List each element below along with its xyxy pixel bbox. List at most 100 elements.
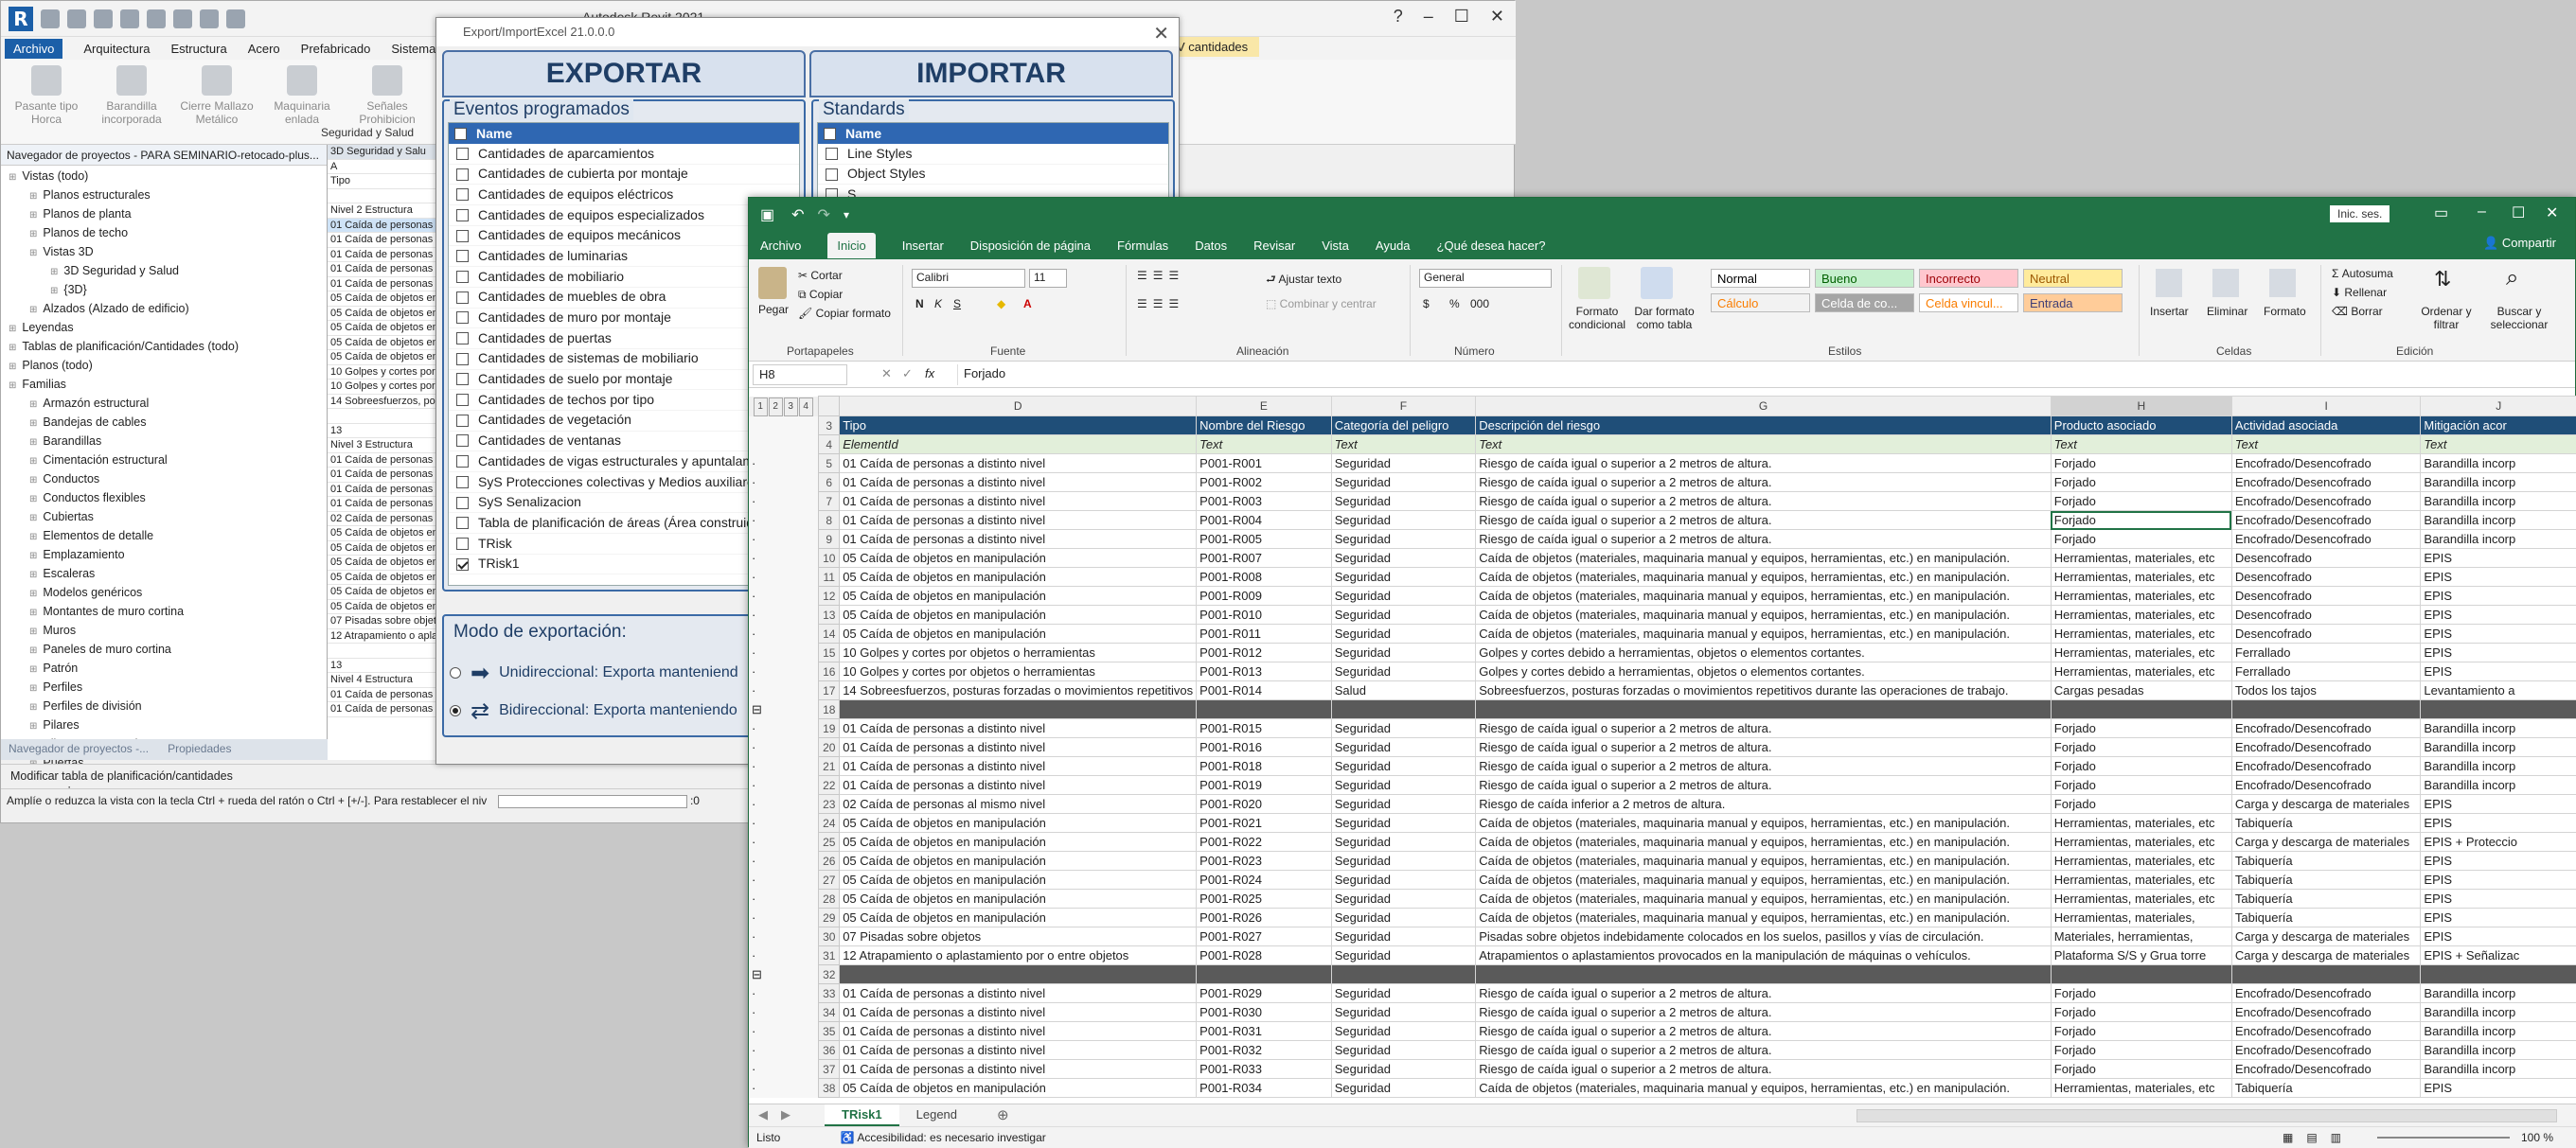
cell[interactable]: P001-R005: [1196, 529, 1332, 549]
cell[interactable]: Caída de objetos (materiales, maquinaria…: [1475, 813, 2052, 833]
outline-gutter[interactable]: ·: [749, 889, 820, 909]
expand-icon[interactable]: ⊞: [29, 664, 37, 675]
outline-gutter[interactable]: ·: [749, 586, 820, 606]
tree-item[interactable]: ⊞ Cubiertas: [1, 508, 327, 527]
select-all-checkbox[interactable]: [454, 127, 467, 140]
cell[interactable]: Tabiquería: [2230, 1078, 2422, 1098]
print-icon[interactable]: [147, 9, 166, 28]
find-select-button[interactable]: Buscar y seleccionar: [2481, 305, 2557, 331]
tree-item[interactable]: ⊞ Emplazamiento: [1, 546, 327, 565]
cell[interactable]: P001-R032: [1196, 1040, 1332, 1060]
3d-view-icon[interactable]: [226, 9, 245, 28]
cell[interactable]: [2230, 699, 2422, 719]
cell[interactable]: Seguridad: [1330, 472, 1477, 492]
tree-item[interactable]: ⊞ 3D Seguridad y Salud: [1, 262, 327, 281]
expand-icon[interactable]: ⊞: [50, 286, 58, 296]
tree-item[interactable]: ⊞ Muros: [1, 622, 327, 641]
event-checkbox[interactable]: [456, 352, 469, 365]
cell[interactable]: Herramientas, materiales, etc: [2050, 813, 2232, 833]
outline-gutter[interactable]: ·: [749, 548, 820, 568]
row-number[interactable]: 18: [818, 699, 841, 719]
redo-icon[interactable]: [120, 9, 139, 28]
event-item[interactable]: Cantidades de sistemas de mobiliario: [449, 349, 799, 370]
row-number[interactable]: 28: [818, 889, 841, 909]
schedule-row[interactable]: [328, 644, 440, 659]
outline-gutter[interactable]: ·: [749, 662, 820, 681]
event-item[interactable]: Cantidades de vigas estructurales y apun…: [449, 451, 799, 472]
cell[interactable]: Golpes y cortes debido a herramientas, o…: [1475, 643, 2052, 662]
excel-tab[interactable]: Insertar: [902, 238, 944, 253]
event-checkbox[interactable]: [456, 147, 469, 160]
cell[interactable]: Encofrado/Desencofrado: [2230, 737, 2422, 757]
event-item[interactable]: Cantidades de muebles de obra: [449, 288, 799, 309]
cell[interactable]: [1196, 964, 1332, 984]
cell[interactable]: Forjado: [2050, 1002, 2232, 1022]
event-item[interactable]: SyS Senalizacion: [449, 493, 799, 514]
cell[interactable]: Caída de objetos (materiales, maquinaria…: [1475, 870, 2052, 890]
cell[interactable]: 12 Atrapamiento o aplastamiento por o en…: [839, 945, 1198, 965]
expand-icon[interactable]: ⊞: [29, 645, 37, 656]
cell[interactable]: Caída de objetos (materiales, maquinaria…: [1475, 889, 2052, 909]
cell[interactable]: 02 Caída de personas al mismo nivel: [839, 794, 1198, 814]
tree-item[interactable]: ⊞ Paneles de muro cortina: [1, 641, 327, 660]
sheet-scroll-right-icon[interactable]: ▶: [781, 1107, 791, 1122]
event-item[interactable]: SyS Protecciones colectivas y Medios aux…: [449, 472, 799, 493]
schedule-row[interactable]: 05 Caída de objetos en: [328, 556, 440, 571]
cell-style[interactable]: Celda vincul...: [1919, 293, 2018, 312]
column-header[interactable]: J: [2420, 396, 2576, 416]
cell[interactable]: Barandilla incorp: [2420, 718, 2576, 738]
cell[interactable]: Encofrado/Desencofrado: [2230, 775, 2422, 795]
schedule-row[interactable]: 13: [328, 659, 440, 673]
delete-cells-icon[interactable]: [2212, 269, 2239, 297]
insert-cells-button[interactable]: Insertar: [2150, 305, 2189, 318]
cell[interactable]: Seguridad: [1330, 832, 1477, 852]
event-checkbox[interactable]: [456, 394, 469, 407]
cell[interactable]: Forjado: [2050, 1059, 2232, 1079]
cell[interactable]: 05 Caída de objetos en manipulación: [839, 889, 1198, 909]
cell[interactable]: Herramientas, materiales, etc: [2050, 889, 2232, 909]
schedule-row[interactable]: 05 Caída de objetos en: [328, 571, 440, 585]
expand-icon[interactable]: ⊞: [29, 608, 37, 618]
cell-style[interactable]: Celda de co...: [1815, 293, 1914, 312]
cell[interactable]: EPIS: [2420, 927, 2576, 946]
cell[interactable]: Encofrado/Desencofrado: [2230, 756, 2422, 776]
expand-icon[interactable]: ⊞: [9, 172, 16, 183]
tab-exportar[interactable]: EXPORTAR: [442, 50, 806, 97]
revit-ribbon-button[interactable]: Barandilla incorporada: [94, 65, 169, 126]
revit-tab[interactable]: Arquitectura: [83, 42, 150, 56]
cell[interactable]: Herramientas, materiales, etc: [2050, 1078, 2232, 1098]
schedule-row[interactable]: 10 Golpes y cortes por: [328, 365, 440, 380]
cell[interactable]: 07 Pisadas sobre objetos: [839, 927, 1198, 946]
cell[interactable]: Seguridad: [1330, 945, 1477, 965]
expand-icon[interactable]: ⊞: [29, 305, 37, 315]
thousands-button[interactable]: 000: [1470, 297, 1489, 310]
expand-icon[interactable]: ⊞: [9, 343, 16, 353]
cell[interactable]: Forjado: [2050, 794, 2232, 814]
cell[interactable]: Caída de objetos (materiales, maquinaria…: [1475, 567, 2052, 587]
outline-gutter[interactable]: ·: [749, 737, 820, 757]
schedule-row[interactable]: 01 Caída de personas: [328, 233, 440, 248]
cell[interactable]: Seguridad: [1330, 1021, 1477, 1041]
measure-icon[interactable]: [173, 9, 192, 28]
revit-tab[interactable]: Archivo: [5, 38, 63, 59]
cell[interactable]: Seguridad: [1330, 756, 1477, 776]
outline-gutter[interactable]: ·: [749, 1021, 820, 1041]
outline-gutter[interactable]: ·: [749, 624, 820, 644]
cell[interactable]: Tabiquería: [2230, 908, 2422, 927]
cell[interactable]: 01 Caída de personas a distinto nivel: [839, 775, 1198, 795]
cell[interactable]: 05 Caída de objetos en manipulación: [839, 908, 1198, 927]
cell[interactable]: [2420, 964, 2576, 984]
event-checkbox[interactable]: [456, 168, 469, 181]
event-checkbox[interactable]: [456, 332, 469, 345]
row-number[interactable]: 11: [818, 567, 841, 587]
cell[interactable]: EPIS: [2420, 870, 2576, 890]
row-number[interactable]: 23: [818, 794, 841, 814]
outline-gutter[interactable]: ·: [749, 756, 820, 776]
format-cells-icon[interactable]: [2269, 269, 2296, 297]
cell[interactable]: Herramientas, materiales, etc: [2050, 643, 2232, 662]
cell[interactable]: Riesgo de caída igual o superior a 2 met…: [1475, 1002, 2052, 1022]
schedule-row[interactable]: 12 Atrapamiento o apla: [328, 629, 440, 644]
cell[interactable]: EPIS: [2420, 586, 2576, 606]
outline-gutter[interactable]: ·: [749, 832, 820, 852]
revit-logo-icon[interactable]: R: [9, 6, 33, 31]
